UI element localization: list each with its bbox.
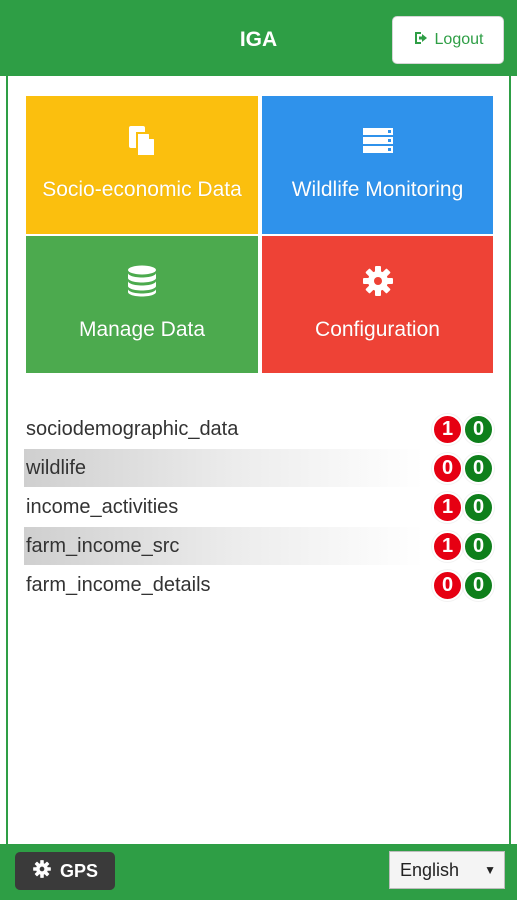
- pending-count-badge: 0: [432, 569, 463, 601]
- list-item-label: farm_income_src: [26, 534, 180, 557]
- logout-label: Logout: [434, 31, 484, 48]
- pending-count-badge: 0: [432, 452, 463, 484]
- synced-count-badge: 0: [463, 530, 494, 562]
- tile-label: Wildlife Monitoring: [291, 178, 464, 201]
- count-badges: 1 0: [432, 530, 494, 562]
- count-badges: 1 0: [432, 491, 494, 523]
- list-item-label: farm_income_details: [26, 573, 211, 596]
- pending-count-badge: 1: [432, 413, 463, 445]
- tile-configuration[interactable]: Configuration: [262, 236, 493, 373]
- list-item[interactable]: farm_income_details 0 0: [24, 566, 494, 604]
- pending-count-badge: 1: [432, 491, 463, 523]
- tile-label: Socio-economic Data: [42, 178, 242, 201]
- document-copy-icon: [125, 96, 159, 176]
- gps-button[interactable]: GPS: [15, 852, 115, 890]
- language-selected-value: English: [400, 859, 460, 880]
- count-badges: 1 0: [432, 413, 494, 445]
- list-item[interactable]: income_activities 1 0: [24, 488, 494, 526]
- sign-out-icon: [413, 30, 429, 51]
- app-footer: GPS English ▼: [0, 844, 517, 900]
- logout-button[interactable]: Logout: [392, 16, 504, 64]
- synced-count-badge: 0: [463, 569, 494, 601]
- synced-count-badge: 0: [463, 413, 494, 445]
- list-item-label: wildlife: [26, 456, 87, 479]
- gear-icon: [361, 236, 395, 316]
- count-badges: 0 0: [432, 569, 494, 601]
- tile-label: Manage Data: [78, 318, 206, 341]
- gear-icon: [32, 859, 52, 884]
- gps-label: GPS: [59, 860, 98, 881]
- list-item[interactable]: farm_income_src 1 0: [24, 527, 494, 565]
- list-item[interactable]: sociodemographic_data 1 0: [24, 410, 494, 448]
- tile-socio-economic-data[interactable]: Socio-economic Data: [26, 96, 258, 234]
- database-icon: [125, 236, 159, 316]
- app-header: IGA Logout: [0, 0, 517, 76]
- caret-down-icon: ▼: [484, 863, 496, 877]
- synced-count-badge: 0: [463, 491, 494, 523]
- tile-label: Configuration: [315, 318, 440, 341]
- count-badges: 0 0: [432, 452, 494, 484]
- server-stack-icon: [361, 96, 395, 176]
- list-item-label: income_activities: [26, 495, 179, 518]
- list-item[interactable]: wildlife 0 0: [24, 449, 494, 487]
- tile-manage-data[interactable]: Manage Data: [26, 236, 258, 373]
- tile-wildlife-monitoring[interactable]: Wildlife Monitoring: [262, 96, 493, 234]
- synced-count-badge: 0: [463, 452, 494, 484]
- language-select[interactable]: English ▼: [389, 851, 505, 889]
- pending-count-badge: 1: [432, 530, 463, 562]
- list-item-label: sociodemographic_data: [26, 417, 239, 440]
